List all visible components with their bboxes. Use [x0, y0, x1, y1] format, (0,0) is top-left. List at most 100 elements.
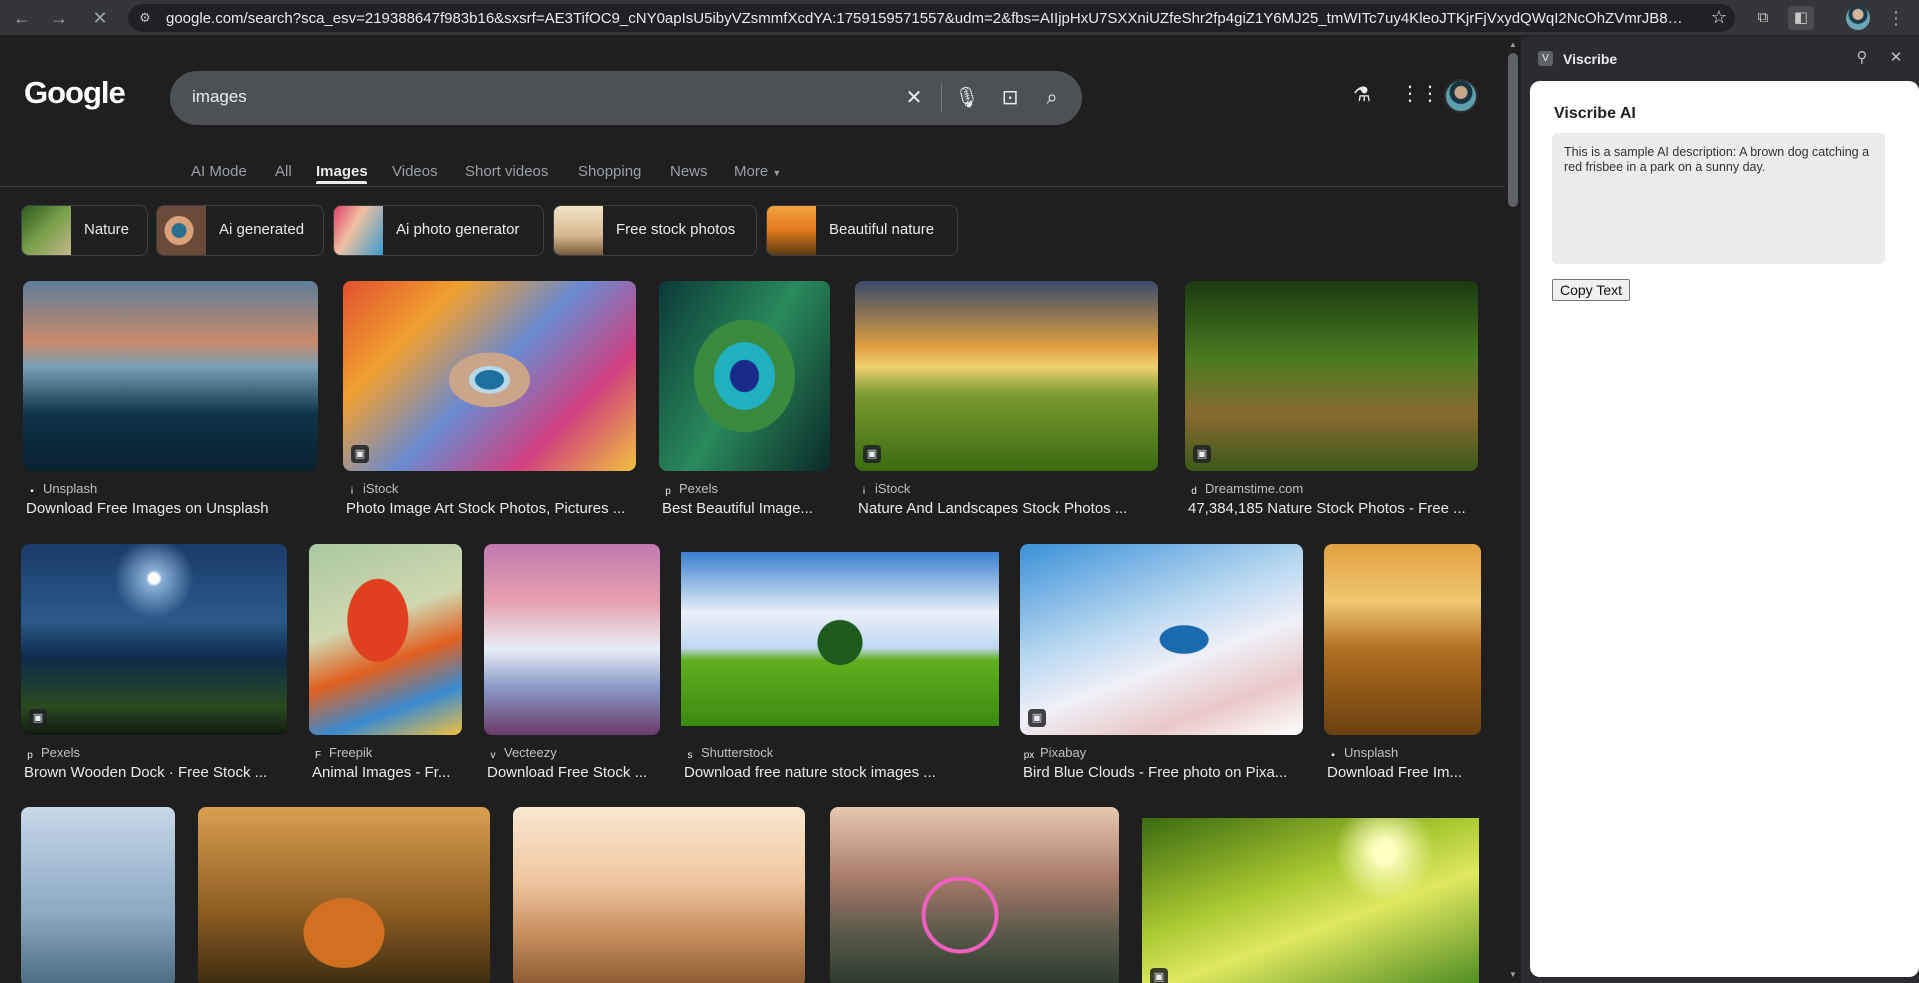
image-result[interactable]: ▣ d Dreamstime.com 47,384,185 Nature Stoc…: [1185, 281, 1478, 521]
result-title[interactable]: Brown Wooden Dock · Free Stock ...: [24, 764, 287, 781]
chip-free-stock-photos[interactable]: Free stock photos: [553, 205, 757, 256]
chip-ai-generated[interactable]: Ai generated: [156, 205, 324, 256]
image-result[interactable]: [21, 807, 175, 983]
mic-icon[interactable]: 🎙: [954, 85, 980, 111]
result-image[interactable]: [855, 281, 1158, 471]
result-image[interactable]: [1142, 818, 1479, 983]
lens-icon[interactable]: ⊡: [997, 85, 1023, 111]
image-result[interactable]: ▪ Unsplash Download Free Images on Unspla…: [23, 281, 318, 521]
result-title[interactable]: Nature And Landscapes Stock Photos ...: [858, 500, 1158, 517]
profile-icon[interactable]: [1846, 6, 1870, 30]
result-source[interactable]: s Shutterstock: [684, 745, 774, 762]
image-result[interactable]: [198, 807, 490, 983]
side-panel-icon[interactable]: ◧: [1788, 6, 1814, 30]
result-image[interactable]: [1185, 281, 1478, 471]
google-logo[interactable]: Google: [24, 75, 126, 111]
tab-all[interactable]: All: [275, 163, 292, 180]
image-result[interactable]: p Pexels Best Beautiful Image...: [659, 281, 830, 521]
result-source[interactable]: v Vecteezy: [487, 745, 557, 762]
scroll-up-icon[interactable]: ▲: [1508, 40, 1518, 49]
result-image[interactable]: [21, 544, 287, 735]
result-source[interactable]: ▪ Unsplash: [1327, 745, 1398, 762]
page-scrollbar[interactable]: ▲ ▼: [1505, 37, 1521, 983]
image-badge-icon: ▣: [1193, 445, 1211, 463]
result-image[interactable]: [484, 544, 660, 735]
result-image[interactable]: [513, 807, 805, 983]
address-bar[interactable]: ⚙ google.com/search?sca_esv=219388647f98…: [128, 4, 1735, 32]
search-input[interactable]: images: [192, 87, 247, 107]
result-image[interactable]: [198, 807, 490, 983]
chip-nature[interactable]: Nature: [21, 205, 148, 256]
result-title[interactable]: Bird Blue Clouds - Free photo on Pixa...: [1023, 764, 1303, 781]
apps-icon[interactable]: ⋮⋮: [1400, 81, 1440, 107]
result-image[interactable]: [1324, 544, 1481, 735]
result-title[interactable]: Download Free Stock ...: [487, 764, 660, 781]
result-image[interactable]: [659, 281, 830, 471]
scrollbar-thumb[interactable]: [1508, 53, 1518, 207]
result-title[interactable]: Download Free Im...: [1327, 764, 1481, 781]
clear-icon[interactable]: ✕: [901, 85, 927, 111]
image-result[interactable]: ▣ px Pixabay Bird Blue Clouds - Free phot…: [1020, 544, 1303, 784]
result-title[interactable]: Animal Images - Fr...: [312, 764, 462, 781]
result-source[interactable]: d Dreamstime.com: [1188, 481, 1303, 498]
back-icon[interactable]: ←: [10, 6, 34, 30]
pin-icon[interactable]: ⚲: [1852, 48, 1872, 68]
result-title[interactable]: Download Free Images on Unsplash: [26, 500, 316, 517]
image-result[interactable]: v Vecteezy Download Free Stock ...: [484, 544, 660, 784]
vecteezy-icon: v: [490, 750, 496, 761]
result-image[interactable]: [23, 281, 318, 471]
image-result[interactable]: F Freepik Animal Images - Fr...: [309, 544, 462, 784]
result-source[interactable]: p Pexels: [662, 481, 718, 498]
result-image[interactable]: [343, 281, 636, 471]
star-icon[interactable]: ☆: [1711, 7, 1727, 28]
tab-ai-mode[interactable]: AI Mode: [191, 163, 247, 180]
tab-shopping[interactable]: Shopping: [578, 163, 641, 180]
tab-short-videos[interactable]: Short videos: [465, 163, 548, 180]
extensions-icon[interactable]: ⧉: [1750, 6, 1776, 30]
menu-icon[interactable]: ⋮: [1884, 6, 1908, 30]
image-result[interactable]: [830, 807, 1119, 983]
result-source[interactable]: F Freepik: [312, 745, 372, 762]
source-name: Pexels: [41, 745, 81, 760]
result-image[interactable]: [830, 807, 1119, 983]
result-image[interactable]: [309, 544, 462, 735]
tab-more[interactable]: More ▼: [734, 163, 781, 180]
image-result[interactable]: s Shutterstock Download free nature stock…: [681, 544, 999, 784]
result-title[interactable]: Best Beautiful Image...: [662, 500, 830, 517]
copy-text-button[interactable]: Copy Text: [1552, 279, 1630, 301]
image-result[interactable]: ▪ Unsplash Download Free Im...: [1324, 544, 1481, 784]
image-result[interactable]: ▣ p Pexels Brown Wooden Dock · Free Stock…: [21, 544, 287, 784]
image-result[interactable]: ▣: [1142, 818, 1479, 983]
account-avatar[interactable]: [1444, 79, 1478, 113]
result-source[interactable]: ▪ Unsplash: [26, 481, 97, 498]
search-icon[interactable]: ⌕: [1039, 85, 1065, 111]
result-source[interactable]: px Pixabay: [1023, 745, 1087, 762]
result-image[interactable]: [681, 552, 999, 726]
close-icon[interactable]: ✕: [1886, 48, 1906, 68]
tab-news[interactable]: News: [670, 163, 708, 180]
search-box[interactable]: images ✕ 🎙 ⊡ ⌕: [170, 71, 1082, 125]
result-image[interactable]: [1020, 544, 1303, 735]
chip-beautiful-nature[interactable]: Beautiful nature: [766, 205, 958, 256]
tab-images[interactable]: Images: [316, 163, 368, 180]
result-source[interactable]: i iStock: [346, 481, 399, 498]
labs-icon[interactable]: ⚗: [1349, 82, 1375, 108]
image-result[interactable]: ▣ i iStock Photo Image Art Stock Photos, …: [343, 281, 636, 521]
result-source[interactable]: i iStock: [858, 481, 911, 498]
image-result[interactable]: ▣ i iStock Nature And Landscapes Stock Ph…: [855, 281, 1158, 521]
result-image[interactable]: [21, 807, 175, 983]
result-title[interactable]: Download free nature stock images ...: [684, 764, 999, 781]
active-tab-indicator: [316, 181, 367, 184]
tab-videos[interactable]: Videos: [392, 163, 438, 180]
result-source[interactable]: p Pexels: [24, 745, 80, 762]
stop-icon[interactable]: ✕: [88, 6, 112, 30]
image-result[interactable]: [513, 807, 805, 983]
result-title[interactable]: 47,384,185 Nature Stock Photos - Free ..…: [1188, 500, 1478, 517]
chip-ai-photo-generator[interactable]: Ai photo generator: [333, 205, 544, 256]
forward-icon[interactable]: →: [47, 6, 71, 30]
scroll-down-icon[interactable]: ▼: [1508, 970, 1518, 979]
site-info-icon[interactable]: ⚙: [136, 9, 154, 27]
url-text[interactable]: google.com/search?sca_esv=219388647f983b…: [166, 10, 1686, 27]
chip-thumbnail: [22, 206, 71, 255]
result-title[interactable]: Photo Image Art Stock Photos, Pictures .…: [346, 500, 636, 517]
